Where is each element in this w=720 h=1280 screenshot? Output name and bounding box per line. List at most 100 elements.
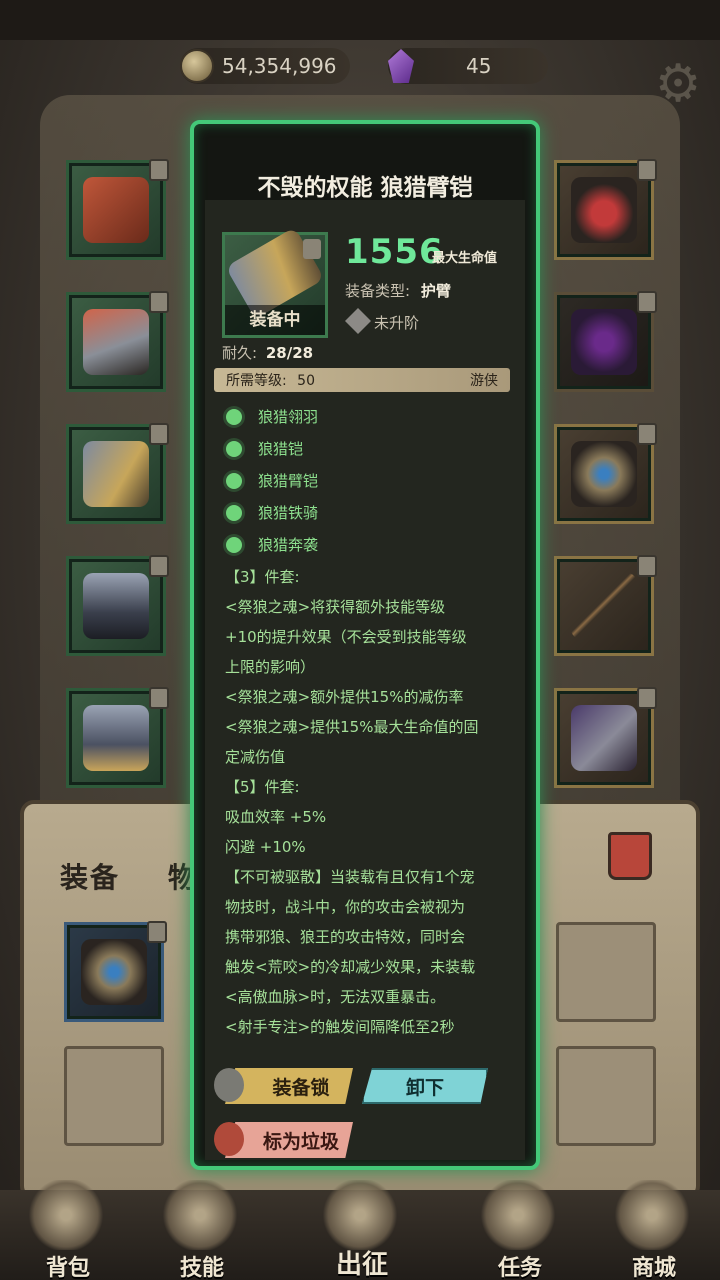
durability-label: 耐久:: [222, 344, 258, 362]
bracer-item-icon: [83, 441, 149, 507]
coin-icon: [180, 49, 214, 83]
nav-expedition[interactable]: 出征: [312, 1244, 412, 1280]
equip-slot-gloves[interactable]: [554, 291, 657, 392]
mark-junk-label: 标为垃圾: [262, 1130, 339, 1153]
equip-lock-button[interactable]: 装备锁: [225, 1068, 353, 1104]
trash-icon: [214, 1122, 244, 1156]
class-label: 游侠: [470, 373, 498, 389]
gold-amount: 54,354,996: [222, 54, 337, 78]
tab-equipment[interactable]: 装备: [60, 856, 120, 896]
equip-slot-bracer[interactable]: [66, 423, 169, 524]
set-owned-dot-icon: [226, 408, 242, 425]
map-icon: [320, 1180, 400, 1250]
nav-quests[interactable]: 任务: [470, 1250, 570, 1280]
description-line: 【5】件套:: [225, 778, 300, 796]
description-line: <祭狼之魂>额外提供15%的减伤率: [225, 688, 464, 706]
skill-book-icon: [160, 1180, 240, 1250]
claw-item-icon: [571, 309, 637, 375]
nav-skills[interactable]: 技能: [152, 1250, 252, 1280]
description-line: 上限的影响）: [225, 658, 316, 676]
trash-can-icon[interactable]: [608, 832, 652, 880]
nav-backpack[interactable]: 背包: [18, 1250, 118, 1280]
gear-icon[interactable]: ⚙: [650, 56, 706, 112]
lock-icon: [637, 687, 657, 709]
lock-icon: [637, 159, 657, 181]
set-owned-dot-icon: [226, 536, 242, 553]
set-item-label: 狼猎翎羽: [258, 408, 319, 426]
lock-icon: [637, 423, 657, 445]
spiked-bracer-item-icon: [571, 705, 637, 771]
inventory-slot[interactable]: [64, 1046, 164, 1146]
equip-slot-ring[interactable]: [554, 423, 657, 524]
description-line: <射手专注>的触发间隔降低至2秒: [225, 1018, 455, 1036]
set-owned-dot-icon: [226, 440, 242, 457]
equip-lock-label: 装备锁: [272, 1076, 330, 1099]
equip-slot-boots[interactable]: [66, 687, 169, 788]
unequip-button[interactable]: 卸下: [362, 1068, 488, 1104]
equip-slot-armor[interactable]: [66, 291, 169, 392]
set-item-label: 狼猎铁骑: [258, 504, 319, 522]
description-line: <祭狼之魂>将获得额外技能等级: [225, 598, 446, 616]
lock-icon: [149, 291, 169, 313]
lock-icon: [149, 423, 169, 445]
set-item-label: 狼猎臂铠: [258, 472, 319, 490]
description-line: +10的提升效果（不会受到技能等级: [225, 628, 467, 646]
equip-slot-bow[interactable]: [554, 555, 657, 656]
required-level-bar: 所需等级: 50 游侠: [214, 368, 510, 392]
equip-slot-helmet[interactable]: [66, 159, 169, 260]
description-line: 触发<荒咬>的冷却减少效果，未装载: [225, 958, 476, 976]
bow-item-icon: [571, 573, 637, 639]
gold-counter: 54,354,996: [180, 48, 350, 84]
inventory-slot[interactable]: [64, 921, 167, 1022]
gem-amount: 45: [466, 54, 492, 78]
equipped-label: 装备中: [225, 305, 325, 335]
set-bonus-description: 【3】件套: <祭狼之魂>将获得额外技能等级 +10的提升效果（不会受到技能等级…: [225, 562, 515, 1042]
equip-slot-legs[interactable]: [66, 555, 169, 656]
set-item: 狼猎铠: [226, 438, 303, 459]
scroll-icon: [478, 1180, 558, 1250]
upgrade-status: 未升阶: [374, 314, 420, 332]
set-item-label: 狼猎铠: [258, 440, 304, 458]
backpack-icon: [26, 1180, 106, 1250]
level-label: 所需等级:: [226, 373, 287, 389]
set-item: 狼猎翎羽: [226, 406, 318, 427]
description-line: 【不可被驱散】当装载有且仅有1个宠: [225, 868, 475, 886]
set-item: 狼猎臂铠: [226, 470, 318, 491]
lock-icon: [303, 239, 321, 259]
durability-value: 28/28: [265, 344, 314, 362]
set-owned-dot-icon: [226, 472, 242, 489]
description-line: 物技时，战斗中，你的攻击会被视为: [225, 898, 466, 916]
lock-icon: [149, 555, 169, 577]
description-line: <高傲血脉>时，无法双重暴击。: [225, 988, 446, 1006]
equip-slot-weapon[interactable]: [554, 687, 657, 788]
set-owned-dot-icon: [226, 504, 242, 521]
description-line: 定减伤值: [225, 748, 286, 766]
boots-item-icon: [83, 705, 149, 771]
lock-icon: [149, 159, 169, 181]
lock-icon: [214, 1068, 244, 1102]
unequip-label: 卸下: [405, 1076, 444, 1099]
inventory-slot[interactable]: [556, 1046, 656, 1146]
stat-value: 1556: [345, 232, 444, 272]
set-item-label: 狼猎奔袭: [258, 536, 319, 554]
set-item: 狼猎奔袭: [226, 534, 318, 555]
description-line: <祭狼之魂>提供15%最大生命值的固: [225, 718, 479, 736]
equip-type-value: 护臂: [420, 282, 451, 300]
lock-icon: [149, 687, 169, 709]
equip-slot-necklace[interactable]: [554, 159, 657, 260]
mark-junk-button[interactable]: 标为垃圾: [225, 1122, 353, 1158]
nav-shop[interactable]: 商城: [604, 1250, 704, 1280]
description-line: 闪避 +10%: [225, 838, 306, 856]
inventory-slot[interactable]: [556, 922, 656, 1022]
owl-ring-item-icon: [571, 441, 637, 507]
shop-icon: [612, 1180, 692, 1250]
lock-icon: [637, 291, 657, 313]
item-thumbnail: 装备中: [222, 227, 328, 338]
description-line: 吸血效率 +5%: [225, 808, 327, 826]
armor-item-icon: [83, 309, 149, 375]
lock-icon: [147, 921, 167, 943]
level-value: 50: [297, 373, 315, 389]
lock-icon: [637, 555, 657, 577]
equip-type-label: 装备类型:: [345, 282, 411, 300]
necklace-item-icon: [571, 177, 637, 243]
